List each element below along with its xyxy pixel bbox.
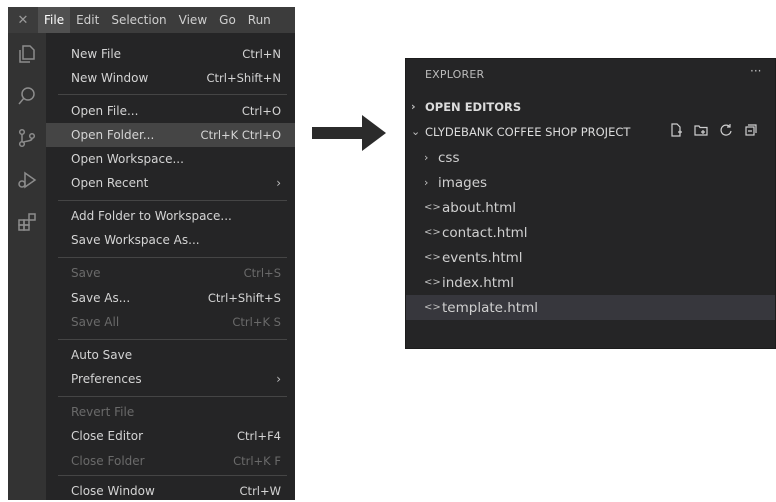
menu-new-window[interactable]: New Window Ctrl+Shift+N xyxy=(46,66,295,90)
menu-separator xyxy=(58,339,287,340)
html-file-icon: <> xyxy=(424,202,441,213)
source-control-icon[interactable] xyxy=(8,117,46,159)
new-file-icon[interactable] xyxy=(669,123,683,137)
search-icon[interactable] xyxy=(8,75,46,117)
tree-folder-css[interactable]: › css xyxy=(406,145,775,170)
chevron-right-icon: › xyxy=(424,151,429,164)
menu-auto-save[interactable]: Auto Save xyxy=(46,343,295,367)
new-folder-icon[interactable] xyxy=(694,123,708,137)
menu-go[interactable]: Go xyxy=(213,7,242,33)
menu-open-folder[interactable]: Open Folder... Ctrl+K Ctrl+O xyxy=(46,123,295,147)
tree-file-about[interactable]: <> about.html xyxy=(406,195,775,220)
vscode-logo-icon: ✕ xyxy=(17,12,29,28)
refresh-icon[interactable] xyxy=(719,123,733,137)
menu-separator xyxy=(58,396,287,397)
run-debug-icon[interactable] xyxy=(8,159,46,201)
explorer-panel: EXPLORER ··· › OPEN EDITORS ⌄ CLYDEBANK … xyxy=(405,58,776,349)
menu-run[interactable]: Run xyxy=(242,7,277,33)
menu-new-file[interactable]: New File Ctrl+N xyxy=(46,42,295,66)
open-editors-section[interactable]: › OPEN EDITORS xyxy=(406,94,775,119)
more-actions-icon[interactable]: ··· xyxy=(750,64,761,78)
file-menu-dropdown: New File Ctrl+N New Window Ctrl+Shift+N Op… xyxy=(46,33,295,500)
menu-save-workspace-as[interactable]: Save Workspace As... xyxy=(46,228,295,252)
menu-selection[interactable]: Selection xyxy=(105,7,172,33)
project-folder-header[interactable]: ⌄ CLYDEBANK COFFEE SHOP PROJECT xyxy=(406,119,775,144)
menu-open-workspace[interactable]: Open Workspace... xyxy=(46,147,295,171)
menu-revert-file[interactable]: Revert File xyxy=(46,400,295,424)
menu-close-folder[interactable]: Close Folder Ctrl+K F xyxy=(46,449,295,473)
tree-folder-images[interactable]: › images xyxy=(406,170,775,195)
menu-view[interactable]: View xyxy=(173,7,213,33)
tree-file-template[interactable]: <> template.html xyxy=(406,295,775,320)
html-file-icon: <> xyxy=(424,227,441,238)
menu-separator xyxy=(58,200,287,201)
tree-file-events[interactable]: <> events.html xyxy=(406,245,775,270)
chevron-right-icon: › xyxy=(411,100,416,113)
menu-preferences[interactable]: Preferences › xyxy=(46,367,295,391)
chevron-right-icon: › xyxy=(276,176,281,190)
explorer-icon[interactable] xyxy=(8,33,46,75)
menu-separator xyxy=(58,257,287,258)
html-file-icon: <> xyxy=(424,302,441,313)
menu-open-file[interactable]: Open File... Ctrl+O xyxy=(46,99,295,123)
chevron-right-icon: › xyxy=(276,372,281,386)
menu-file[interactable]: File xyxy=(38,7,71,33)
extensions-icon[interactable] xyxy=(8,201,46,243)
arrow-right-icon xyxy=(312,115,386,151)
tree-file-contact[interactable]: <> contact.html xyxy=(406,220,775,245)
tree-file-index[interactable]: <> index.html xyxy=(406,270,775,295)
menu-save[interactable]: Save Ctrl+S xyxy=(46,261,295,285)
menu-edit[interactable]: Edit xyxy=(70,7,105,33)
menu-save-all[interactable]: Save All Ctrl+K S xyxy=(46,310,295,334)
menu-separator xyxy=(58,475,287,476)
menu-open-recent[interactable]: Open Recent › xyxy=(46,171,295,195)
chevron-down-icon: ⌄ xyxy=(411,125,421,138)
menu-save-as[interactable]: Save As... Ctrl+Shift+S xyxy=(46,286,295,310)
chevron-right-icon: › xyxy=(424,176,429,189)
menu-separator xyxy=(58,94,287,95)
activity-bar xyxy=(8,33,46,500)
collapse-all-icon[interactable] xyxy=(744,123,758,137)
html-file-icon: <> xyxy=(424,277,441,288)
menu-add-folder-to-workspace[interactable]: Add Folder to Workspace... xyxy=(46,204,295,228)
vscode-window: ✕ File Edit Selection View Go Run New Fi… xyxy=(8,7,295,500)
explorer-title: EXPLORER xyxy=(425,68,485,81)
menu-close-window[interactable]: Close Window Ctrl+W xyxy=(46,479,295,500)
folder-actions xyxy=(669,123,758,137)
html-file-icon: <> xyxy=(424,252,441,263)
menu-bar: ✕ File Edit Selection View Go Run xyxy=(8,7,295,33)
menu-close-editor[interactable]: Close Editor Ctrl+F4 xyxy=(46,424,295,448)
